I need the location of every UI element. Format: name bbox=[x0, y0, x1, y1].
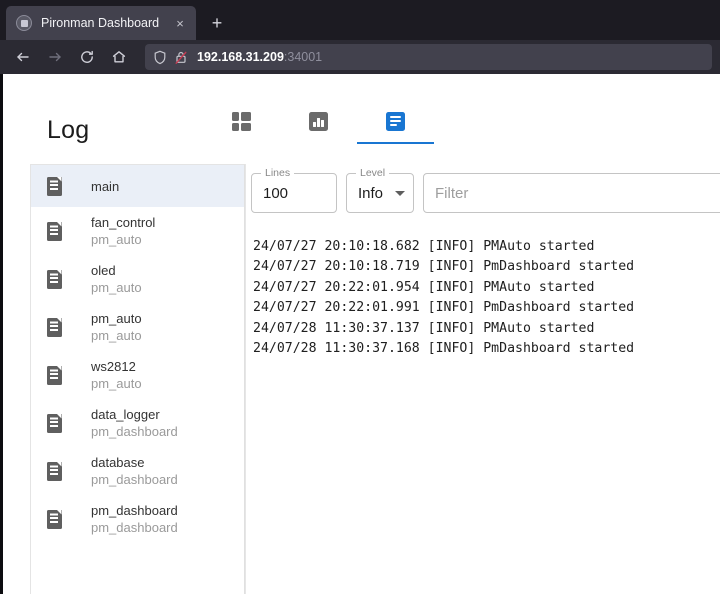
browser-tabstrip: Pironman Dashboard × + bbox=[0, 0, 720, 40]
list-item[interactable]: pm_auto pm_auto bbox=[31, 303, 244, 351]
filter-input[interactable]: Filter bbox=[423, 173, 720, 213]
filter-placeholder: Filter bbox=[435, 185, 468, 202]
browser-tab-title: Pironman Dashboard bbox=[41, 16, 170, 30]
browser-tab[interactable]: Pironman Dashboard × bbox=[6, 6, 196, 40]
document-icon bbox=[42, 507, 66, 531]
page-body: main fan_control pm_auto oled bbox=[3, 164, 720, 594]
log-line: 24/07/27 20:22:01.991 [INFO] PmDashboard… bbox=[253, 298, 720, 318]
list-item[interactable]: data_logger pm_dashboard bbox=[31, 399, 244, 447]
lines-value: 100 bbox=[263, 185, 288, 202]
dashboard-grid-icon bbox=[232, 112, 251, 131]
tab-dashboard[interactable] bbox=[203, 96, 280, 144]
tab-underline bbox=[280, 142, 357, 144]
log-line: 24/07/27 20:10:18.719 [INFO] PmDashboard… bbox=[253, 257, 720, 277]
address-host: 192.168.31.209 bbox=[197, 50, 284, 64]
new-tab-button[interactable]: + bbox=[202, 7, 232, 39]
log-line: 24/07/27 20:22:01.954 [INFO] PMAuto star… bbox=[253, 278, 720, 298]
level-value: Info bbox=[358, 185, 383, 202]
list-item[interactable]: oled pm_auto bbox=[31, 255, 244, 303]
list-item-primary: ws2812 bbox=[91, 358, 142, 375]
tab-stats[interactable] bbox=[280, 96, 357, 144]
lock-crossed-out-icon[interactable] bbox=[174, 50, 188, 65]
pironman-dashboard-page: Log bbox=[3, 96, 720, 594]
list-item-secondary: pm_auto bbox=[91, 327, 142, 344]
log-panel: Lines 100 Level Info Filter bbox=[245, 164, 720, 594]
log-output[interactable]: 24/07/27 20:10:18.682 [INFO] PMAuto star… bbox=[247, 228, 720, 594]
close-icon[interactable]: × bbox=[170, 13, 190, 33]
address-bar[interactable]: 192.168.31.209:34001 bbox=[145, 44, 712, 70]
list-item-secondary: pm_dashboard bbox=[91, 471, 178, 488]
list-item-primary: oled bbox=[91, 262, 142, 279]
tab-underline bbox=[357, 142, 434, 144]
page-title: Log bbox=[47, 116, 89, 145]
list-item-primary: main bbox=[91, 178, 119, 195]
list-item[interactable]: fan_control pm_auto bbox=[31, 207, 244, 255]
level-label: Level bbox=[356, 167, 389, 179]
chevron-down-icon bbox=[395, 191, 405, 196]
log-source-list: main fan_control pm_auto oled bbox=[30, 164, 245, 594]
page-viewport: Log bbox=[0, 74, 720, 594]
lines-input[interactable]: Lines 100 bbox=[251, 173, 337, 213]
list-item-primary: fan_control bbox=[91, 214, 155, 231]
address-port: :34001 bbox=[284, 50, 322, 64]
reload-button[interactable] bbox=[72, 44, 102, 70]
document-icon bbox=[42, 363, 66, 387]
list-item-secondary: pm_auto bbox=[91, 375, 142, 392]
level-select[interactable]: Level Info bbox=[346, 173, 414, 213]
shield-icon[interactable] bbox=[153, 50, 167, 65]
document-icon bbox=[42, 459, 66, 483]
log-line: 24/07/28 11:30:37.168 [INFO] PmDashboard… bbox=[253, 339, 720, 359]
tab-log[interactable] bbox=[357, 96, 434, 144]
list-item[interactable]: ws2812 pm_auto bbox=[31, 351, 244, 399]
document-icon bbox=[42, 411, 66, 435]
bar-chart-icon bbox=[309, 112, 328, 131]
list-item-primary: pm_dashboard bbox=[91, 502, 178, 519]
tab-underline bbox=[203, 142, 280, 144]
page-tabs bbox=[203, 96, 434, 164]
log-controls: Lines 100 Level Info Filter bbox=[247, 164, 720, 228]
back-button[interactable] bbox=[8, 44, 38, 70]
list-item-primary: data_logger bbox=[91, 406, 178, 423]
document-icon bbox=[42, 174, 66, 198]
list-item-primary: database bbox=[91, 454, 178, 471]
log-line: 24/07/28 11:30:37.137 [INFO] PMAuto star… bbox=[253, 319, 720, 339]
list-item[interactable]: pm_dashboard pm_dashboard bbox=[31, 495, 244, 543]
address-bar-text: 192.168.31.209:34001 bbox=[197, 50, 322, 64]
document-icon bbox=[42, 219, 66, 243]
list-item-primary: pm_auto bbox=[91, 310, 142, 327]
page-header: Log bbox=[3, 96, 720, 164]
home-button[interactable] bbox=[104, 44, 134, 70]
list-item-secondary: pm_dashboard bbox=[91, 519, 178, 536]
log-line: 24/07/27 20:10:18.682 [INFO] PMAuto star… bbox=[253, 237, 720, 257]
document-icon bbox=[42, 315, 66, 339]
forward-button[interactable] bbox=[40, 44, 70, 70]
list-item[interactable]: database pm_dashboard bbox=[31, 447, 244, 495]
lines-label: Lines bbox=[261, 167, 294, 179]
document-icon bbox=[42, 267, 66, 291]
list-item-secondary: pm_auto bbox=[91, 279, 142, 296]
list-item[interactable]: main bbox=[31, 165, 244, 207]
browser-window: Pironman Dashboard × + bbox=[0, 0, 720, 594]
pironman-favicon bbox=[16, 15, 32, 31]
article-log-icon bbox=[386, 112, 405, 131]
browser-toolbar: 192.168.31.209:34001 bbox=[0, 40, 720, 74]
list-item-secondary: pm_dashboard bbox=[91, 423, 178, 440]
list-item-secondary: pm_auto bbox=[91, 231, 155, 248]
